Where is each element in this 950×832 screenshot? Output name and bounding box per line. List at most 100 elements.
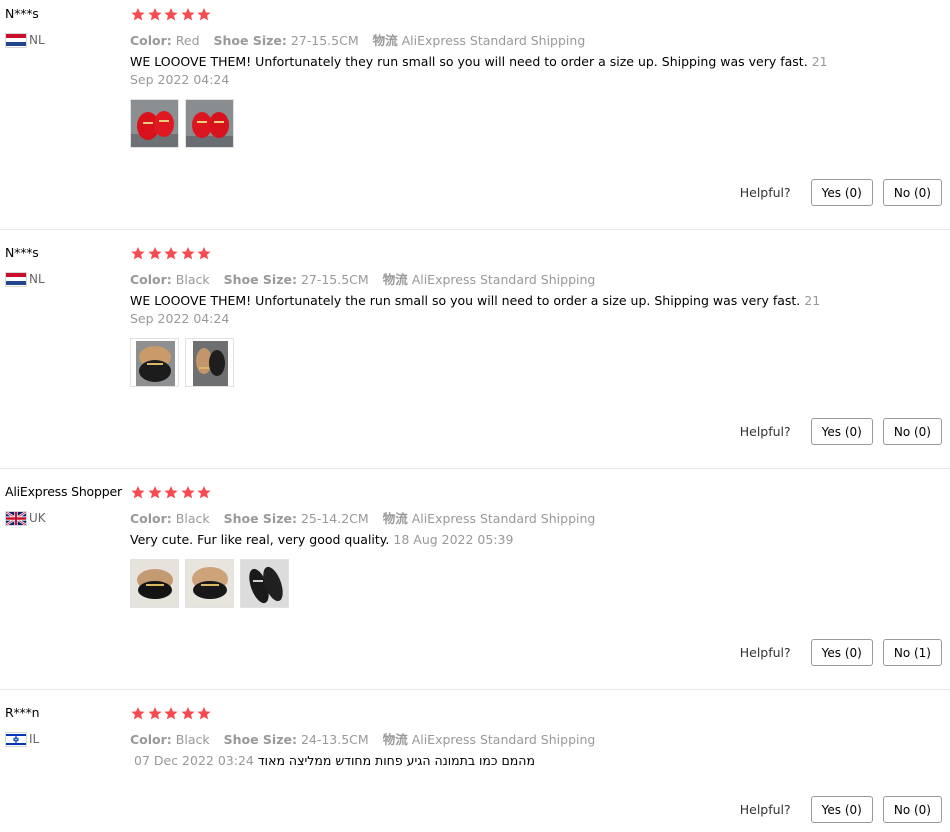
star-icon [130, 706, 146, 721]
black-fur-slipper-photo[interactable] [185, 338, 234, 387]
review-item: R***n IL Color: Black Shoe Size: 24-13.5… [0, 699, 950, 832]
review-date: 07 Dec 2022 03:24 [134, 753, 254, 768]
netherlands-flag-icon [5, 32, 27, 48]
helpful-voting: Helpful? Yes (0) No (1) [740, 639, 942, 666]
review-body: WE LOOOVE THEM! Unfortunately they run s… [130, 54, 808, 69]
review-divider [0, 468, 950, 469]
review-body: מהמם כמו בתמונה הגיע פחות מחודש ממליצה מ… [257, 753, 535, 768]
shipping-label: 物流 [382, 732, 408, 747]
star-icon [147, 485, 163, 500]
red-slipper-photo[interactable] [185, 99, 234, 148]
vote-yes-button[interactable]: Yes (0) [810, 796, 873, 823]
fur-slipper-photo[interactable] [185, 559, 234, 608]
country-code: NL [29, 272, 45, 286]
helpful-label: Helpful? [739, 802, 791, 817]
black-sandal-photo[interactable] [240, 559, 289, 608]
star-icon [163, 7, 179, 22]
helpful-label: Helpful? [739, 645, 791, 660]
color-value: Black [175, 511, 210, 526]
helpful-voting: Helpful? Yes (0) No (0) [740, 796, 942, 823]
review-divider [0, 229, 950, 230]
vote-yes-button[interactable]: Yes (0) [810, 418, 873, 445]
star-icon [180, 706, 196, 721]
black-fur-slipper-photo[interactable] [130, 338, 179, 387]
star-icon [196, 485, 212, 500]
shipping-label: 物流 [372, 33, 398, 48]
vote-yes-button[interactable]: Yes (0) [810, 179, 873, 206]
helpful-voting: Helpful? Yes (0) No (0) [740, 418, 942, 445]
review-divider [0, 689, 950, 690]
review-body: WE LOOOVE THEM! Unfortunately the run sm… [130, 293, 801, 308]
vote-no-button[interactable]: No (0) [882, 418, 942, 445]
fur-slipper-photo[interactable] [130, 559, 179, 608]
product-attributes: Color: Red Shoe Size: 27-15.5CM 物流 AliEx… [130, 30, 595, 49]
star-icon [180, 246, 196, 261]
review-text: 07 Dec 2022 03:24 מהמם כמו בתמונה הגיע פח… [134, 752, 834, 770]
color-label: Color: [130, 732, 172, 747]
shoe-size-label: Shoe Size: [223, 732, 297, 747]
review-photos [130, 338, 234, 387]
shipping-value: AliExpress Standard Shipping [411, 511, 596, 526]
reviewer-country: NL [5, 271, 45, 287]
star-icon [130, 485, 146, 500]
star-icon [130, 7, 146, 22]
review-item: N***s NL Color: Black Shoe Size: 27-15.5… [0, 239, 950, 468]
review-date: 18 Aug 2022 05:39 [393, 532, 514, 547]
vote-yes-button[interactable]: Yes (0) [810, 639, 873, 666]
star-icon [196, 246, 212, 261]
star-rating [130, 7, 213, 22]
country-code: NL [29, 33, 45, 47]
star-icon [180, 485, 196, 500]
shoe-size-value: 27-15.5CM [300, 272, 369, 287]
reviewer-country: UK [5, 510, 46, 526]
shipping-value: AliExpress Standard Shipping [411, 272, 596, 287]
country-code: IL [29, 732, 40, 746]
israel-flag-icon [5, 731, 27, 747]
helpful-label: Helpful? [739, 185, 791, 200]
review-text: Very cute. Fur like real, very good qual… [130, 531, 830, 549]
product-attributes: Color: Black Shoe Size: 27-15.5CM 物流 Ali… [130, 269, 605, 288]
color-value: Black [175, 272, 210, 287]
reviewer-name: N***s [5, 6, 39, 21]
netherlands-flag-icon [5, 271, 27, 287]
country-code: UK [29, 511, 46, 525]
product-attributes: Color: Black Shoe Size: 25-14.2CM 物流 Ali… [130, 508, 605, 527]
shipping-label: 物流 [382, 272, 408, 287]
star-rating [130, 246, 213, 261]
vote-no-button[interactable]: No (0) [882, 796, 942, 823]
star-icon [163, 246, 179, 261]
review-photos [130, 99, 234, 148]
star-icon [196, 7, 212, 22]
reviewer-name: N***s [5, 245, 39, 260]
helpful-label: Helpful? [739, 424, 791, 439]
star-icon [180, 7, 196, 22]
uk-flag-icon [5, 510, 27, 526]
review-item: AliExpress Shopper UK Color: Black Shoe … [0, 478, 950, 689]
shipping-label: 物流 [382, 511, 408, 526]
helpful-voting: Helpful? Yes (0) No (0) [740, 179, 942, 206]
review-item: N***s NL Color: Red Shoe Size: 27-15.5CM… [0, 0, 950, 229]
star-rating [130, 706, 213, 721]
review-body: Very cute. Fur like real, very good qual… [130, 532, 390, 547]
shoe-size-value: 24-13.5CM [300, 732, 369, 747]
vote-no-button[interactable]: No (1) [882, 639, 942, 666]
review-text: WE LOOOVE THEM! Unfortunately the run sm… [130, 292, 830, 328]
shoe-size-label: Shoe Size: [223, 272, 297, 287]
shipping-value: AliExpress Standard Shipping [411, 732, 596, 747]
shoe-size-label: Shoe Size: [223, 511, 297, 526]
star-icon [147, 706, 163, 721]
star-icon [196, 706, 212, 721]
reviewer-name: AliExpress Shopper [5, 484, 122, 499]
star-icon [163, 485, 179, 500]
vote-no-button[interactable]: No (0) [882, 179, 942, 206]
star-rating [130, 485, 213, 500]
color-label: Color: [130, 272, 172, 287]
product-attributes: Color: Black Shoe Size: 24-13.5CM 物流 Ali… [130, 729, 605, 748]
color-label: Color: [130, 511, 172, 526]
color-label: Color: [130, 33, 172, 48]
color-value: Black [175, 732, 210, 747]
review-photos [130, 559, 289, 608]
star-icon [147, 246, 163, 261]
color-value: Red [175, 33, 200, 48]
red-slipper-photo[interactable] [130, 99, 179, 148]
